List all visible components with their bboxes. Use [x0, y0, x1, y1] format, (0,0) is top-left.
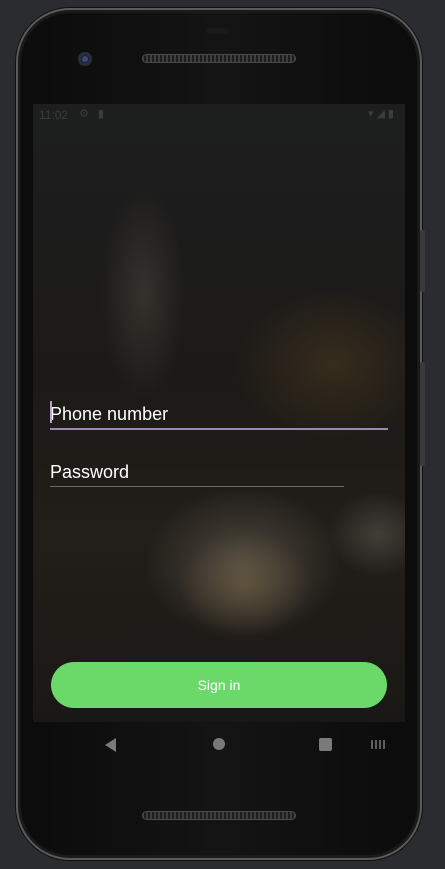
text-caret [50, 401, 52, 423]
bottom-speaker [142, 811, 296, 820]
power-button [420, 230, 425, 292]
front-camera-icon [78, 52, 92, 66]
password-label: Password [50, 462, 130, 482]
back-icon[interactable] [105, 738, 116, 752]
app-screen: 11:02 ⚙ ▮ ▾◢▮ Phone number Password Sign… [33, 104, 405, 722]
sign-in-button[interactable]: Sign in [51, 662, 387, 708]
password-underline [50, 486, 344, 487]
navigation-bar [33, 722, 405, 766]
keyboard-icon[interactable] [371, 740, 386, 749]
home-icon[interactable] [213, 738, 225, 750]
status-time: 11:02 [39, 108, 69, 122]
phone-number-field[interactable]: Phone number [50, 394, 388, 430]
status-bar: 11:02 ⚙ ▮ ▾◢▮ [33, 104, 405, 126]
volume-button [420, 362, 425, 466]
status-notification-icons: ⚙ ▮ [79, 108, 107, 120]
earpiece-speaker [142, 54, 296, 63]
proximity-sensor [206, 28, 228, 34]
phone-number-underline [50, 428, 388, 430]
recents-icon[interactable] [319, 738, 332, 751]
phone-frame: 11:02 ⚙ ▮ ▾◢▮ Phone number Password Sign… [16, 8, 425, 860]
phone-number-label: Phone number [50, 404, 169, 424]
status-signal-icons: ▾◢▮ [367, 108, 397, 120]
password-field[interactable]: Password [50, 454, 388, 487]
